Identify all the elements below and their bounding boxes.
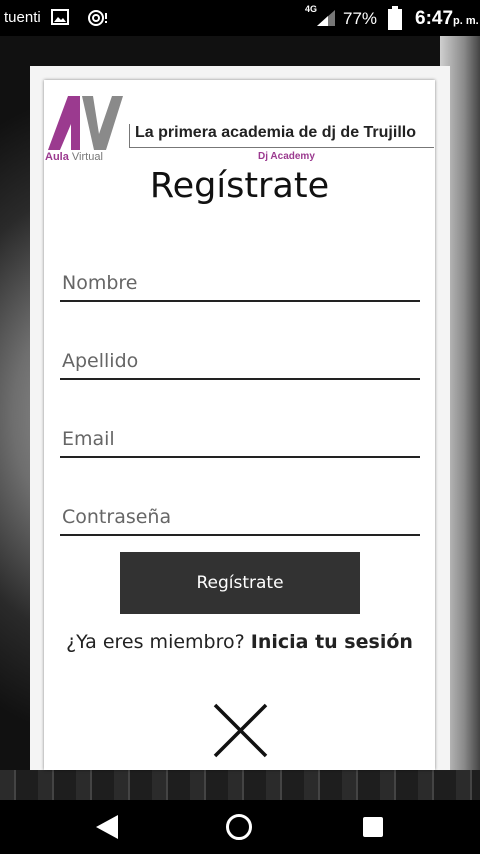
login-link[interactable]: Inicia tu sesión (251, 631, 413, 653)
clock: 6:47p. m. (415, 8, 479, 30)
last-name-field[interactable]: Apellido (60, 332, 420, 380)
password-field[interactable]: Contraseña (60, 488, 420, 536)
back-icon[interactable] (94, 813, 120, 841)
hotspot-icon (88, 10, 107, 26)
battery-percent: 77% (343, 9, 378, 28)
carrier-label: tuenti (4, 9, 41, 26)
signal-icon (317, 10, 335, 26)
sub-tagline: Dj Academy (258, 151, 315, 162)
background-photo-bottom (0, 770, 480, 800)
close-icon[interactable] (213, 703, 268, 758)
tagline-divider (129, 124, 130, 148)
member-prompt: ¿Ya eres miembro? Inicia tu sesión (44, 631, 435, 653)
register-button[interactable]: Regístrate (120, 552, 360, 614)
home-icon[interactable] (225, 813, 253, 841)
tagline: La primera academia de dj de Trujillo (135, 124, 416, 141)
navigation-bar (0, 800, 480, 854)
logo-word-virtual: Virtual (71, 151, 103, 163)
recent-apps-icon[interactable] (362, 816, 384, 838)
member-question: ¿Ya eres miembro? (66, 631, 245, 653)
first-name-field[interactable]: Nombre (60, 254, 420, 302)
email-field[interactable]: Email (60, 410, 420, 458)
tagline-underline (129, 147, 434, 148)
logo-wordmark: Aula Virtual (45, 151, 103, 163)
status-bar: tuenti 4G 77% 6:47p. m. (0, 0, 480, 36)
logo-word-aula: Aula (45, 151, 69, 163)
image-notification-icon (51, 9, 69, 25)
clock-time: 6:47 (415, 8, 454, 29)
clock-ampm: p. m. (453, 15, 479, 27)
battery-icon (388, 6, 402, 30)
page-title: Regístrate (149, 166, 330, 206)
